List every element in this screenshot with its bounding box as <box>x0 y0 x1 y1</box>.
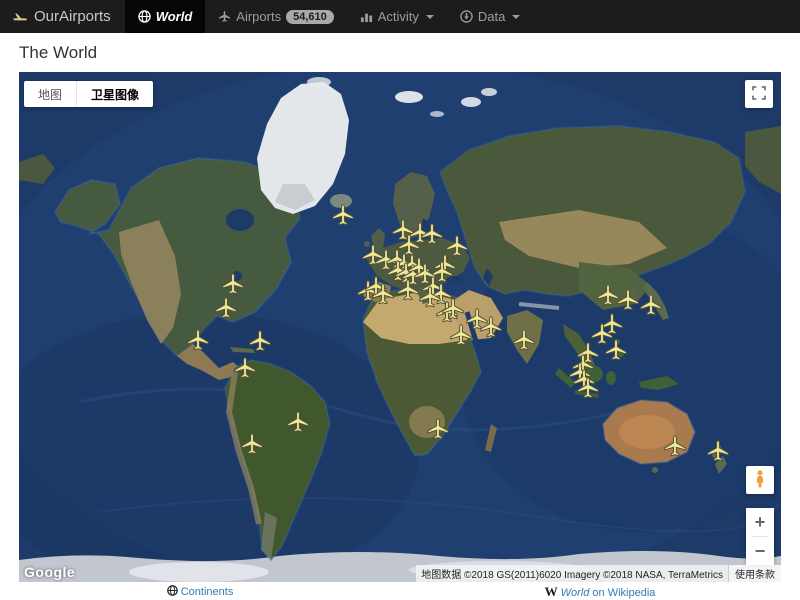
airport-marker[interactable] <box>248 329 272 353</box>
nav-item-world[interactable]: World <box>125 0 206 33</box>
download-circle-icon <box>460 10 473 23</box>
zoom-in-button[interactable]: + <box>746 508 774 536</box>
zoom-control: + − <box>746 508 774 565</box>
wikipedia-link[interactable]: World on Wikipedia <box>561 587 656 599</box>
top-navbar: OurAirports World Airports 54,610 Activi… <box>0 0 800 33</box>
pegman-icon <box>750 469 770 492</box>
fullscreen-button[interactable] <box>745 80 773 108</box>
street-view-pegman-button[interactable] <box>746 466 774 494</box>
airport-marker[interactable] <box>371 282 395 306</box>
nav-item-label: Data <box>478 9 505 24</box>
nav-item-data[interactable]: Data <box>447 0 533 33</box>
page-title: The World <box>0 33 800 72</box>
nav-item-label: Activity <box>378 9 419 24</box>
airport-marker[interactable] <box>576 376 600 400</box>
airport-marker[interactable] <box>426 417 450 441</box>
wikipedia-w-icon: W <box>545 584 558 599</box>
airport-marker[interactable] <box>616 288 640 312</box>
globe-icon <box>167 585 178 599</box>
wikipedia-world-label: World <box>561 587 590 599</box>
airport-marker[interactable] <box>396 278 420 302</box>
airport-marker[interactable] <box>420 222 444 246</box>
page-footer: Continents W World on Wikipedia <box>0 582 800 600</box>
airport-marker[interactable] <box>663 434 687 458</box>
airport-marker[interactable] <box>331 203 355 227</box>
zoom-out-button[interactable]: − <box>746 537 774 565</box>
airport-marker[interactable] <box>512 328 536 352</box>
map-type-map-button[interactable]: 地图 <box>24 81 76 107</box>
brand-label: OurAirports <box>34 8 111 25</box>
world-map[interactable]: 地图 卫星图像 + − Google 地图数据 ©2018 GS(2011)60… <box>19 72 781 582</box>
airport-marker[interactable] <box>214 296 238 320</box>
continents-label: Continents <box>181 586 234 598</box>
nav-item-airports[interactable]: Airports 54,610 <box>205 0 346 33</box>
map-type-control: 地图 卫星图像 <box>24 81 153 107</box>
google-logo[interactable]: Google <box>24 564 75 580</box>
airport-marker[interactable] <box>240 432 264 456</box>
airport-marker[interactable] <box>479 315 503 339</box>
nav-item-activity[interactable]: Activity <box>347 0 447 33</box>
airport-marker[interactable] <box>286 410 310 434</box>
airport-marker[interactable] <box>639 293 663 317</box>
terms-of-use-link[interactable]: 使用条款 <box>728 565 781 582</box>
airport-marker[interactable] <box>186 328 210 352</box>
airport-marker[interactable] <box>604 338 628 362</box>
chevron-down-icon <box>512 15 520 19</box>
brand-ourairports[interactable]: OurAirports <box>0 0 125 33</box>
fullscreen-icon <box>751 85 767 104</box>
airport-marker[interactable] <box>233 356 257 380</box>
continents-link[interactable]: Continents <box>167 586 234 598</box>
brand-plane-icon <box>12 9 28 25</box>
airport-marker[interactable] <box>441 297 465 321</box>
nav-item-label: Airports <box>236 9 281 24</box>
airplane-icon <box>218 10 231 23</box>
chevron-down-icon <box>426 15 434 19</box>
airport-marker[interactable] <box>221 272 245 296</box>
nav-item-label: World <box>156 9 193 24</box>
wikipedia-rest-label: on Wikipedia <box>589 587 655 599</box>
satellite-imagery[interactable] <box>19 72 781 582</box>
bar-chart-icon <box>360 10 373 23</box>
attribution-text: 地图数据 ©2018 GS(2011)6020 Imagery ©2018 NA… <box>416 565 728 582</box>
map-attribution: 地图数据 ©2018 GS(2011)6020 Imagery ©2018 NA… <box>416 565 781 582</box>
airport-marker[interactable] <box>706 439 730 463</box>
map-type-satellite-button[interactable]: 卫星图像 <box>76 81 153 107</box>
airports-count-badge: 54,610 <box>286 10 334 24</box>
globe-icon <box>138 10 151 23</box>
